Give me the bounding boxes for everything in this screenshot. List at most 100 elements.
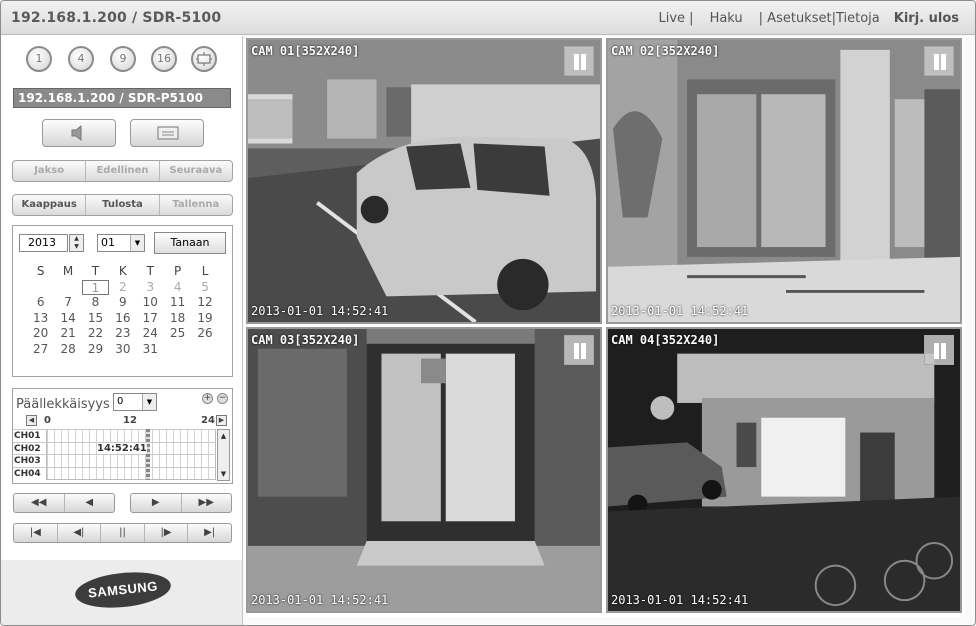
today-button[interactable]: Tanaan — [154, 232, 226, 254]
calendar-day[interactable]: 28 — [54, 342, 81, 358]
calendar-day[interactable]: 5 — [191, 280, 218, 296]
monitor-icon — [157, 126, 179, 140]
zoom-in-icon[interactable]: + — [202, 393, 213, 404]
calendar-day[interactable]: 27 — [27, 342, 54, 358]
year-input[interactable]: 2013 — [19, 234, 68, 252]
calendar-day[interactable]: 1 — [81, 279, 110, 295]
calendar-day[interactable]: 31 — [137, 342, 164, 358]
calendar-day[interactable]: 7 — [54, 295, 81, 311]
camera-tile-4[interactable]: CAM 04[352X240] 2013-01-01 14:52:41 — [606, 327, 962, 613]
calendar-day — [54, 280, 81, 296]
timeline-axis: ◀ 0 12 24 ▶ — [15, 415, 231, 427]
calendar-day[interactable]: 20 — [27, 326, 54, 342]
step-forward-icon[interactable]: |▶ — [145, 524, 189, 542]
calendar-day[interactable]: 11 — [164, 295, 191, 311]
calendar-day[interactable]: 6 — [27, 295, 54, 311]
calendar-day[interactable]: 29 — [82, 342, 109, 358]
pause-icon[interactable] — [564, 335, 594, 365]
chevron-down-icon[interactable]: ▼ — [130, 235, 144, 251]
pause-icon[interactable] — [564, 46, 594, 76]
calendar-day[interactable]: 18 — [164, 311, 191, 327]
calendar-day[interactable]: 17 — [137, 311, 164, 327]
fullscreen-button[interactable] — [191, 46, 217, 72]
capture-button[interactable]: Kaappaus — [13, 195, 87, 215]
calendar-day[interactable]: 9 — [109, 295, 136, 311]
zoom-out-icon[interactable]: − — [217, 393, 228, 404]
weekday-header: T — [91, 264, 100, 278]
top-nav: Live | Haku | Asetukset| Tietoja Kirj. u… — [659, 11, 960, 26]
calendar-day[interactable]: 8 — [82, 295, 109, 311]
pause-icon[interactable] — [924, 46, 954, 76]
channel-row: CH03 — [13, 454, 216, 467]
nav-settings[interactable]: | Asetukset| — [759, 11, 836, 26]
calendar-day[interactable]: 12 — [191, 295, 218, 311]
pause-icon[interactable]: || — [101, 524, 145, 542]
camera-4-feed — [608, 329, 960, 611]
calendar-day[interactable]: 30 — [109, 342, 136, 358]
calendar-day[interactable]: 14 — [54, 311, 81, 327]
save-button[interactable]: Tallenna — [160, 195, 232, 215]
timeline-time: 14:52:41 — [97, 443, 147, 454]
overlap-select[interactable]: 0 ▼ — [113, 393, 157, 411]
calendar-day[interactable]: 26 — [191, 326, 218, 342]
skip-end-icon[interactable]: ▶| — [188, 524, 231, 542]
scroll-down-icon[interactable]: ▼ — [218, 468, 229, 480]
camera-tile-2[interactable]: CAM 02[352X240] 2013-01-01 14:52:41 — [606, 38, 962, 324]
nav-info[interactable]: Tietoja — [836, 11, 880, 26]
app-window: 192.168.1.200 / SDR-5100 Live | Haku | A… — [0, 0, 976, 626]
split-16-button[interactable]: 16 — [151, 46, 177, 72]
timeline-scrollbar[interactable]: ▲ ▼ — [217, 429, 230, 481]
osd-button[interactable] — [130, 119, 204, 147]
play-icon[interactable]: ▶ — [131, 494, 182, 512]
nav-search[interactable]: Haku — [710, 11, 743, 26]
calendar-day[interactable]: 23 — [109, 326, 136, 342]
split-9-button[interactable]: 9 — [110, 46, 136, 72]
spin-down-icon[interactable]: ▼ — [70, 243, 83, 251]
camera-label: CAM 03[352X240] — [251, 333, 360, 347]
step-back-icon[interactable]: ◀| — [58, 524, 102, 542]
nav-live[interactable]: Live | — [659, 11, 694, 26]
next-button[interactable]: Seuraava — [160, 161, 232, 181]
calendar-day[interactable]: 4 — [164, 280, 191, 296]
scroll-up-icon[interactable]: ▲ — [218, 430, 229, 442]
year-spinner[interactable]: ▲ ▼ — [69, 234, 84, 252]
camera-label: CAM 02[352X240] — [611, 44, 720, 58]
camera-tile-3[interactable]: CAM 03[352X240] 2013-01-01 14:52:41 — [246, 327, 602, 613]
axis-label-0: 0 — [44, 415, 51, 426]
calendar-day[interactable]: 19 — [191, 311, 218, 327]
pause-icon[interactable] — [924, 335, 954, 365]
month-select[interactable]: 01 ▼ — [97, 234, 145, 252]
logout-link[interactable]: Kirj. ulos — [894, 11, 959, 26]
weekday-header: T — [146, 264, 154, 278]
print-button[interactable]: Tulosta — [86, 195, 160, 215]
spin-up-icon[interactable]: ▲ — [70, 235, 83, 243]
audio-button[interactable] — [42, 119, 116, 147]
split-4-button[interactable]: 4 — [68, 46, 94, 72]
sequence-button[interactable]: Jakso — [13, 161, 87, 181]
previous-button[interactable]: Edellinen — [86, 161, 160, 181]
calendar-day[interactable]: 24 — [137, 326, 164, 342]
camera-label: CAM 04[352X240] — [611, 333, 720, 347]
fast-rewind-icon[interactable]: ◀◀ — [14, 494, 65, 512]
calendar-day[interactable]: 10 — [137, 295, 164, 311]
calendar-day[interactable]: 3 — [137, 280, 164, 296]
skip-start-icon[interactable]: |◀ — [14, 524, 58, 542]
timeline-left-icon[interactable]: ◀ — [26, 415, 37, 426]
chevron-down-icon[interactable]: ▼ — [142, 394, 156, 410]
camera-timestamp: 2013-01-01 14:52:41 — [251, 304, 389, 318]
timeline-cursor[interactable] — [146, 429, 150, 480]
camera-tile-1[interactable]: CAM 01[352X240] 2013-01-01 14:52:41 — [246, 38, 602, 324]
camera-3-feed — [248, 329, 600, 611]
calendar-day[interactable]: 22 — [82, 326, 109, 342]
calendar-day[interactable]: 15 — [82, 311, 109, 327]
timeline-right-icon[interactable]: ▶ — [216, 415, 227, 426]
split-1-button[interactable]: 1 — [26, 46, 52, 72]
calendar-day[interactable]: 21 — [54, 326, 81, 342]
calendar-day[interactable]: 16 — [109, 311, 136, 327]
calendar-day[interactable]: 2 — [109, 280, 136, 296]
fast-forward-icon[interactable]: ▶▶ — [182, 494, 232, 512]
camera-2-feed — [608, 40, 960, 322]
rewind-icon[interactable]: ◀ — [65, 494, 115, 512]
calendar-day[interactable]: 13 — [27, 311, 54, 327]
calendar-day[interactable]: 25 — [164, 326, 191, 342]
